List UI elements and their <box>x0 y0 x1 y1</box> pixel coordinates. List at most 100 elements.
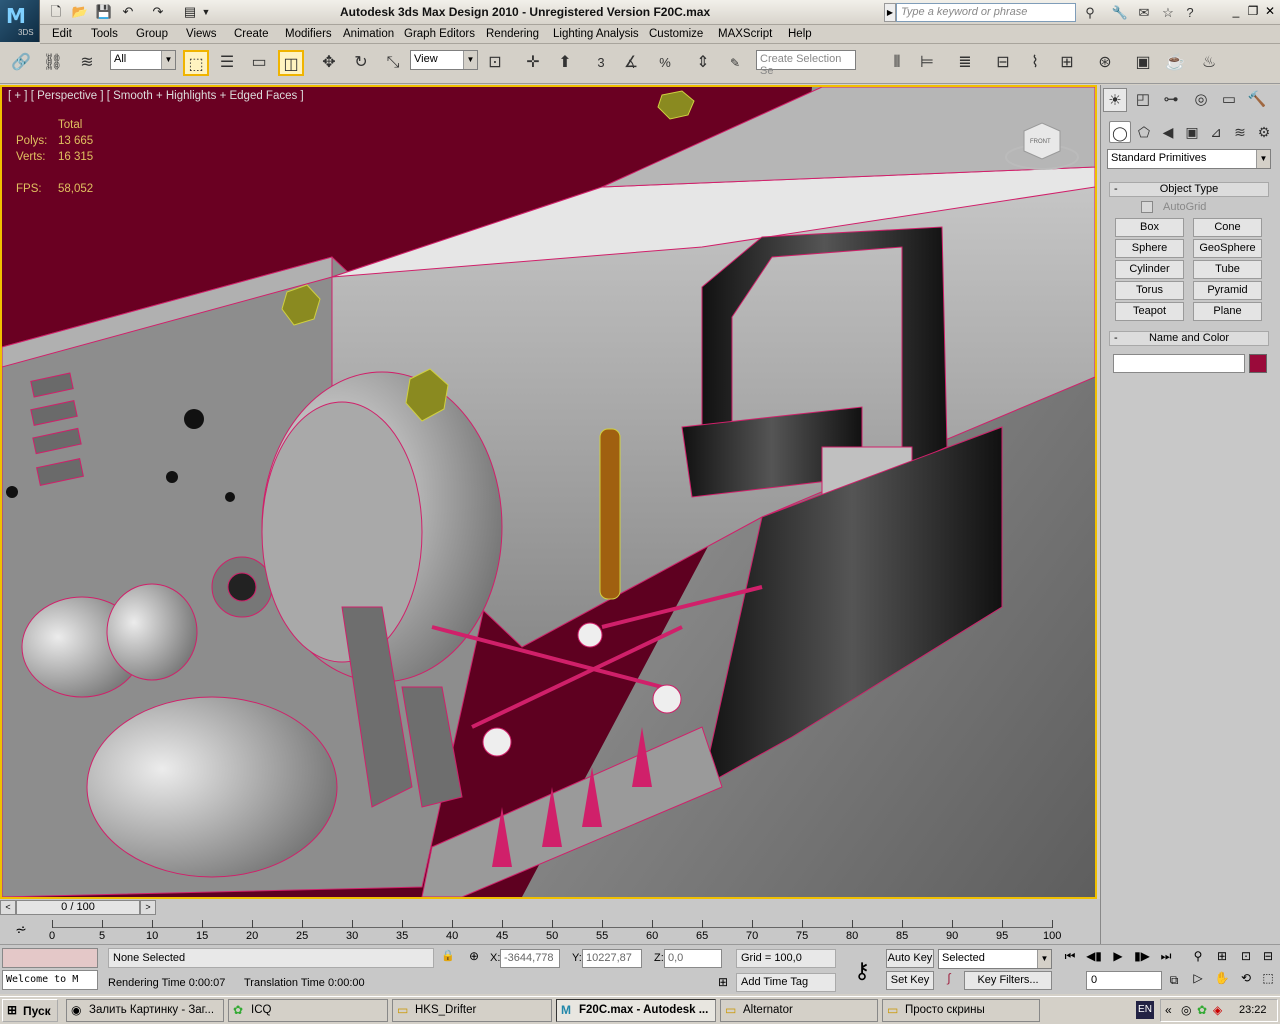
add-time-tag-button[interactable]: Add Time Tag <box>736 973 836 992</box>
curve-editor-icon[interactable]: ⌇ <box>1022 50 1048 76</box>
time-config-icon[interactable]: ⧉ <box>1164 973 1184 989</box>
object-name-input[interactable] <box>1113 354 1245 373</box>
bind-space-warp-icon[interactable]: ≋ <box>74 50 100 76</box>
auto-key-button[interactable]: Auto Key <box>886 949 934 968</box>
minimize-icon[interactable]: _ <box>1228 3 1244 19</box>
help-search-input[interactable]: Type a keyword or phrase <box>896 3 1076 22</box>
object-type-rollout[interactable]: - Object Type <box>1109 182 1269 197</box>
orbit-icon[interactable]: ⟲ <box>1236 971 1256 989</box>
menu-views[interactable]: Views <box>186 28 216 40</box>
zoom-icon[interactable]: ⚲ <box>1188 949 1208 967</box>
percent-snap-icon[interactable]: % <box>652 50 678 76</box>
menu-lighting-analysis[interactable]: Lighting Analysis <box>553 28 639 40</box>
viewport-label-menu[interactable]: [ + ] [ Perspective ] [ Smooth + Highlig… <box>8 90 304 102</box>
binoculars-icon[interactable]: ⚲ <box>1080 3 1100 22</box>
key-mode-dropdown[interactable]: Selected ▼ <box>938 949 1052 969</box>
zoom-extents-all-icon[interactable]: ⊟ <box>1258 949 1278 967</box>
favorites-star-icon[interactable]: ☆ <box>1158 3 1178 22</box>
menu-graph-editors[interactable]: Graph Editors <box>404 28 475 40</box>
zoom-all-icon[interactable]: ⊞ <box>1212 949 1232 967</box>
dope-sheet-icon[interactable]: ⊞ <box>1054 50 1080 76</box>
select-by-name-icon[interactable]: ☰ <box>214 50 240 76</box>
save-file-icon[interactable]: 💾 <box>94 3 114 21</box>
mirror-icon[interactable]: ⫴ <box>884 50 910 76</box>
tray-icq-icon[interactable]: ✿ <box>1197 1003 1207 1017</box>
mini-curve-editor-icon[interactable]: ⩫ <box>8 918 34 940</box>
menu-customize[interactable]: Customize <box>649 28 703 40</box>
align-icon[interactable]: ⊨ <box>914 50 940 76</box>
box-button[interactable]: Box <box>1115 218 1184 237</box>
key-filters-button[interactable]: Key Filters... <box>964 971 1052 990</box>
primitive-category-dropdown[interactable]: Standard Primitives ▼ <box>1107 149 1271 169</box>
perspective-viewport[interactable]: [ + ] [ Perspective ] [ Smooth + Highlig… <box>0 85 1097 899</box>
set-key-icon[interactable]: ⚷ <box>842 953 882 989</box>
angle-snap-icon[interactable]: ∡ <box>618 50 644 76</box>
name-color-rollout[interactable]: - Name and Color <box>1109 331 1269 346</box>
taskbar-item-hks-drifter[interactable]: ▭ HKS_Drifter <box>392 999 552 1022</box>
set-key-button[interactable]: Set Key <box>886 971 934 990</box>
restore-icon[interactable]: ❐ <box>1245 3 1261 19</box>
hierarchy-tab-icon[interactable]: ⊶ <box>1159 88 1183 112</box>
search-expand-icon[interactable]: ▶ <box>884 3 896 22</box>
taskbar-item-icq[interactable]: ✿ ICQ <box>228 999 388 1022</box>
taskbar-item-screenshots[interactable]: ▭ Просто скрины <box>882 999 1040 1022</box>
undo-icon[interactable]: ↶ <box>118 3 138 21</box>
window-crossing-icon[interactable]: ◫ <box>278 50 304 76</box>
cylinder-button[interactable]: Cylinder <box>1115 260 1184 279</box>
menu-rendering[interactable]: Rendering <box>486 28 539 40</box>
geosphere-button[interactable]: GeoSphere <box>1193 239 1262 258</box>
teapot-button[interactable]: Teapot <box>1115 302 1184 321</box>
named-selection-input[interactable]: Create Selection Se <box>756 50 856 77</box>
snaps-toggle-icon[interactable]: 3 <box>588 50 614 76</box>
go-to-end-icon[interactable]: ⏭ <box>1156 949 1176 967</box>
lights-icon[interactable]: ◀ <box>1157 121 1179 143</box>
go-to-start-icon[interactable]: ⏮ <box>1060 949 1080 967</box>
time-tag-icon[interactable]: ⊞ <box>714 975 732 993</box>
open-file-icon[interactable]: 📂 <box>70 3 90 21</box>
tube-button[interactable]: Tube <box>1193 260 1262 279</box>
slider-prev-icon[interactable]: < <box>0 900 16 915</box>
menu-modifiers[interactable]: Modifiers <box>285 28 332 40</box>
cone-button[interactable]: Cone <box>1193 218 1262 237</box>
torus-button[interactable]: Torus <box>1115 281 1184 300</box>
spinner-snap-icon[interactable]: ⇕ <box>690 50 716 76</box>
utilities-tab-icon[interactable]: 🔨 <box>1245 88 1269 112</box>
language-indicator[interactable]: EN <box>1136 1001 1154 1019</box>
slider-next-icon[interactable]: > <box>140 900 156 915</box>
previous-frame-icon[interactable]: ◀▮ <box>1084 949 1104 967</box>
close-icon[interactable]: ✕ <box>1262 3 1278 19</box>
display-tab-icon[interactable]: ▭ <box>1217 88 1241 112</box>
maxscript-listener-input[interactable]: Welcome to M <box>2 970 98 990</box>
rectangular-selection-icon[interactable]: ▭ <box>246 50 272 76</box>
track-bar[interactable]: ⩫ 0 5 10 15 20 25 30 35 40 45 50 55 60 65 70 75 80 85 90 95… <box>0 916 1100 944</box>
maxscript-listener-top[interactable] <box>2 948 98 968</box>
redo-icon[interactable]: ↷ <box>148 3 168 21</box>
geometry-icon[interactable]: ◯ <box>1109 121 1131 143</box>
menu-help[interactable]: Help <box>788 28 812 40</box>
pyramid-button[interactable]: Pyramid <box>1193 281 1262 300</box>
x-coordinate-field[interactable]: -3644,778 <box>500 949 560 968</box>
select-and-rotate-icon[interactable]: ↻ <box>348 50 374 76</box>
taskbar-item-upload[interactable]: ◉ Залить Картинку - Заг... <box>66 999 224 1022</box>
start-button[interactable]: ⊞ Пуск <box>2 999 58 1022</box>
selection-filter-dropdown[interactable]: All ▼ <box>110 50 176 70</box>
field-of-view-icon[interactable]: ▷ <box>1188 971 1208 989</box>
plane-button[interactable]: Plane <box>1193 302 1262 321</box>
menu-create[interactable]: Create <box>234 28 269 40</box>
select-and-link-icon[interactable]: 🔗 <box>8 50 34 76</box>
select-and-move-icon[interactable]: ✥ <box>316 50 342 76</box>
next-frame-icon[interactable]: ▮▶ <box>1132 949 1152 967</box>
menu-group[interactable]: Group <box>136 28 168 40</box>
quick-access-dropdown-icon[interactable]: ▼ <box>200 3 212 21</box>
reference-coord-dropdown[interactable]: View ▼ <box>410 50 478 70</box>
helpers-icon[interactable]: ⊿ <box>1205 121 1227 143</box>
keyboard-shortcut-override-icon[interactable]: ⬆ <box>552 50 578 76</box>
layer-manager-icon[interactable]: ≣ <box>952 50 978 76</box>
current-frame-field[interactable]: 0 <box>1086 971 1162 990</box>
help-icon[interactable]: ? <box>1180 3 1200 22</box>
autogrid-checkbox[interactable] <box>1141 201 1153 213</box>
render-setup-icon[interactable]: ▣ <box>1130 50 1156 76</box>
absolute-mode-icon[interactable]: ⊕ <box>466 949 482 965</box>
app-menu-button[interactable]: M 3DS <box>0 0 40 42</box>
pivot-center-icon[interactable]: ⊡ <box>482 50 508 76</box>
